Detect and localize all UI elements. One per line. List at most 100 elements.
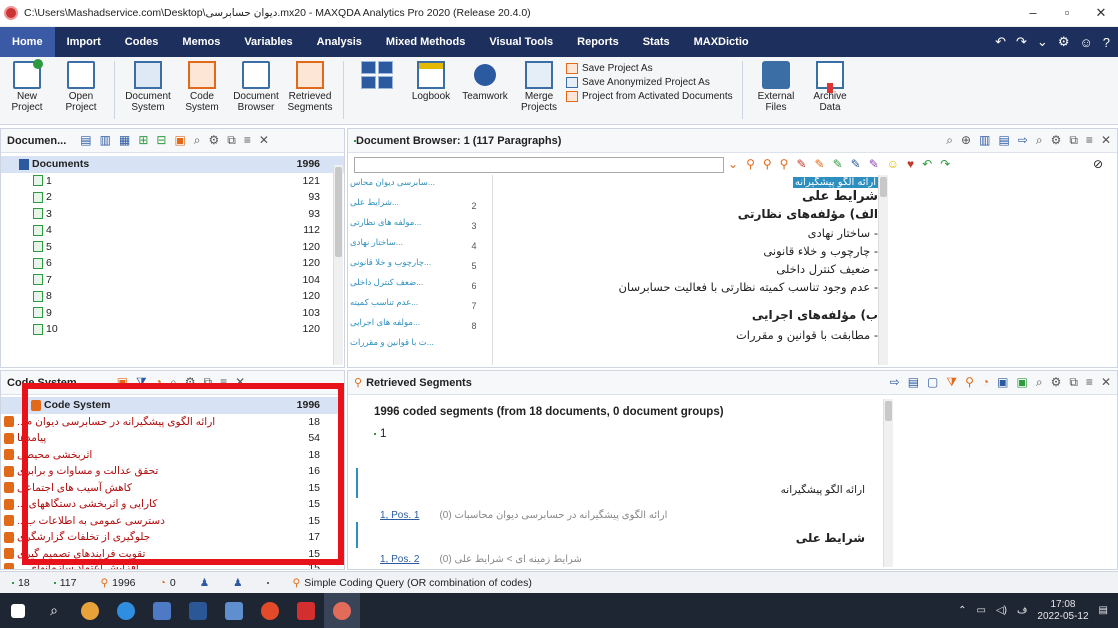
document-row[interactable]: 5 120	[1, 239, 344, 256]
code-row[interactable]: تقویت فرایندهای تصمیم گیری 15	[1, 546, 344, 563]
minimize-button[interactable]: –	[1016, 5, 1050, 21]
redo-coding-icon[interactable]: ↷	[940, 157, 950, 171]
taskbar-app[interactable]	[288, 593, 324, 628]
code-stripe[interactable]: سابرسی دیوان محاس...	[350, 177, 460, 197]
emoticode-icon[interactable]: ☺	[887, 157, 899, 171]
status-user-2[interactable]: ♟	[221, 577, 254, 589]
code-row[interactable]: پیامدها 54	[1, 430, 344, 447]
notification-icon[interactable]: ▤	[1099, 605, 1108, 616]
taskbar-app[interactable]	[180, 593, 216, 628]
search-icon[interactable]: ⌕	[1036, 375, 1043, 390]
code-row[interactable]: کارایی و اثربخشی دستگاههای ... 15	[1, 496, 344, 513]
smiley-icon[interactable]: ☺	[1079, 35, 1092, 50]
import-folder-icon[interactable]: ▦	[119, 133, 130, 148]
close-icon[interactable]: ✕	[235, 375, 245, 390]
find-icon[interactable]: ⌕	[1036, 133, 1043, 148]
gear-icon[interactable]: ⚙	[1051, 375, 1062, 390]
tab-home[interactable]: Home	[0, 27, 55, 57]
tab-import[interactable]: Import	[55, 27, 113, 57]
search-icon[interactable]: ⌕	[946, 133, 953, 148]
code-system-root[interactable]: Code System 1996	[1, 397, 344, 414]
document-text-area[interactable]: ارائه الگو پیشگیرانه شرایط علی الف) مؤلف…	[498, 175, 878, 342]
code-stripe[interactable]: مولفه های اجرایی...	[350, 317, 460, 337]
retrieved-segments-scrollbar[interactable]	[883, 399, 893, 567]
print-icon[interactable]: ▤	[998, 133, 1009, 148]
document-browser-scrollbar[interactable]	[878, 175, 888, 365]
tab-variables[interactable]: Variables	[232, 27, 304, 57]
export-icon[interactable]: ⇨	[1018, 133, 1028, 148]
maximize-button[interactable]: ▫	[1050, 5, 1084, 21]
code-row[interactable]: دسترسی عمومی به اطلاعات ب... 15	[1, 513, 344, 530]
code-system-button[interactable]: Code System	[177, 61, 227, 113]
taskbar-app-maxqda[interactable]	[324, 593, 360, 628]
document-row[interactable]: 2 93	[1, 189, 344, 206]
help-icon[interactable]: ?	[1103, 35, 1110, 50]
highlight-purple-icon[interactable]: ✎	[869, 157, 879, 171]
undo-coding-icon[interactable]: ↶	[922, 157, 932, 171]
clock[interactable]: 17:08 2022-05-12	[1037, 599, 1088, 623]
highlight-green-icon[interactable]: ✎	[833, 157, 843, 171]
external-files-button[interactable]: External Files	[751, 61, 801, 113]
document-browser-button[interactable]: Document Browser	[231, 61, 281, 113]
segment-position-link[interactable]: 1, Pos. 2	[380, 554, 419, 565]
settings-icon[interactable]: ⚙	[1058, 34, 1070, 50]
merge-projects-button[interactable]: Merge Projects	[514, 61, 564, 113]
tab-reports[interactable]: Reports	[565, 27, 631, 57]
pin-icon[interactable]: ≡	[244, 133, 251, 148]
code-in-vivo-icon[interactable]: ⚲	[763, 157, 772, 171]
document-row[interactable]: 4 112	[1, 222, 344, 239]
pin-icon[interactable]: ≡	[1086, 133, 1093, 148]
tab-memos[interactable]: Memos	[170, 27, 232, 57]
code-stripe[interactable]: ساختار نهادی...	[350, 237, 460, 257]
collapse-icon[interactable]: ⊟	[156, 133, 166, 148]
documents-scrollbar[interactable]	[333, 165, 343, 365]
zoom-icon[interactable]: ⊕	[961, 133, 971, 148]
comment-icon[interactable]: ▢	[927, 375, 938, 390]
color-codes-icon[interactable]: ◔	[982, 375, 989, 390]
document-row[interactable]: 6 120	[1, 255, 344, 272]
pin-icon[interactable]: ≡	[1086, 375, 1093, 390]
close-icon[interactable]: ✕	[1101, 375, 1111, 390]
tab-codes[interactable]: Codes	[113, 27, 171, 57]
status-activated[interactable]: ◔ 0	[148, 577, 188, 589]
taskbar-app[interactable]	[72, 593, 108, 628]
document-row[interactable]: 8 120	[1, 288, 344, 305]
taskbar-app[interactable]	[216, 593, 252, 628]
document-row[interactable]: 9 103	[1, 305, 344, 322]
tab-visual-tools[interactable]: Visual Tools	[477, 27, 565, 57]
language-indicator[interactable]: ف	[1017, 605, 1027, 616]
import-document-icon[interactable]: ▥	[100, 133, 111, 148]
taskbar-app[interactable]	[252, 593, 288, 628]
view-icon[interactable]: ▥	[979, 133, 990, 148]
segment-text[interactable]: شرایط علی	[796, 531, 865, 545]
undock-icon[interactable]: ⧉	[1069, 375, 1078, 390]
search-button[interactable]: ⌕	[36, 593, 72, 628]
close-icon[interactable]: ✕	[1101, 133, 1111, 148]
code-stripe[interactable]: ضعف کنترل داخلی...	[350, 277, 460, 297]
tab-mixed-methods[interactable]: Mixed Methods	[374, 27, 477, 57]
tab-analysis[interactable]: Analysis	[305, 27, 374, 57]
code-row[interactable]: جلوگیری از تخلفات گزارشگری 17	[1, 529, 344, 546]
code-with-new-icon[interactable]: ⚲	[746, 157, 755, 171]
segment-position-link[interactable]: 1, Pos. 1	[380, 510, 419, 521]
teamwork-button[interactable]: Teamwork	[460, 61, 510, 102]
pin-icon[interactable]: ≡	[220, 375, 227, 390]
project-from-activated-item[interactable]: Project from Activated Documents	[566, 91, 736, 102]
ribbon-collapse-icon[interactable]: ⌄	[1037, 34, 1048, 50]
document-system-button[interactable]: Document System	[123, 61, 173, 113]
search-icon[interactable]: ⌕	[170, 375, 177, 390]
new-project-button[interactable]: New Project	[2, 59, 52, 113]
undock-icon[interactable]: ⧉	[227, 133, 236, 148]
highlight-blue-icon[interactable]: ✎	[851, 157, 861, 171]
tab-stats[interactable]: Stats	[631, 27, 682, 57]
code-stripe[interactable]: مولفه های نظارتی...	[350, 217, 460, 237]
status-page[interactable]	[255, 581, 281, 584]
close-button[interactable]: ✕	[1084, 5, 1118, 21]
edit-toggle-icon[interactable]: ⊘	[1093, 157, 1103, 171]
code-row[interactable]: افزایش اعتماد سازمانهای ... 15	[1, 562, 344, 569]
code-row[interactable]: تحقق عدالت و مساوات و برابری 16	[1, 463, 344, 480]
new-document-icon[interactable]: ▤	[80, 133, 91, 148]
undo-icon[interactable]: ↶	[995, 34, 1006, 50]
code-stripe[interactable]: چارچوب و خلا قانونی...	[350, 257, 460, 277]
documents-root[interactable]: Documents 1996	[1, 156, 344, 173]
